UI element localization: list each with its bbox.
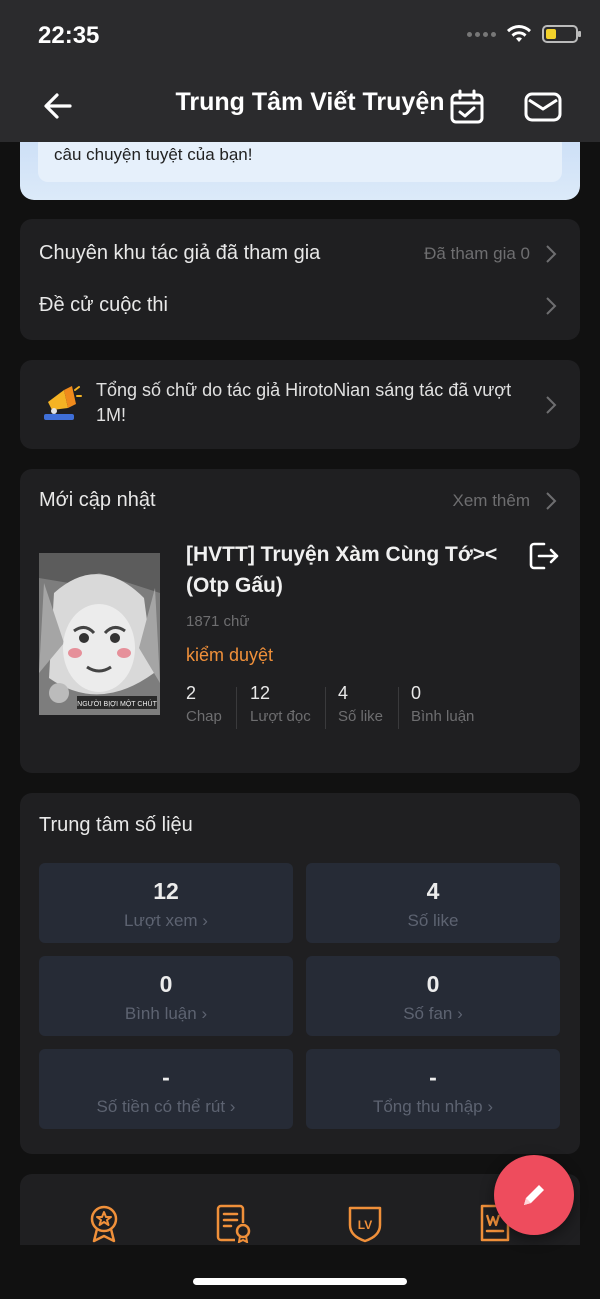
stat-value: 12 [250, 683, 271, 703]
author-menu-card: Chuyên khu tác giả đã tham gia Đã tham g… [20, 219, 580, 340]
chevron-right-icon [546, 297, 557, 315]
home-indicator[interactable] [193, 1278, 407, 1285]
write-fab-button[interactable] [494, 1155, 574, 1235]
tile-label: Bình luận › [124, 1004, 208, 1023]
page-title: Trung Tâm Viết Truyện [175, 88, 445, 116]
chevron-right-icon[interactable] [544, 491, 558, 511]
joined-count: Đã tham gia 0 [424, 244, 530, 263]
signal-icon [467, 31, 496, 37]
stat-likes: 4 Số like [338, 683, 383, 725]
pencil-icon [524, 1185, 544, 1205]
bottom-safe-area [0, 1245, 600, 1299]
stat-divider [236, 687, 237, 729]
level-badge-icon[interactable]: LV [346, 1203, 384, 1243]
calendar-check-icon[interactable] [448, 88, 486, 126]
tile-label: Số tiền có thể rút › [96, 1097, 236, 1116]
stat-label: Số like [338, 708, 384, 725]
status-indicators [467, 24, 581, 44]
tile-value: 4 [426, 878, 440, 904]
book-cover[interactable]: NGƯỜI BỊỢI MỘT CHÚT [39, 553, 160, 715]
mail-icon[interactable] [523, 88, 563, 126]
recent-title: Mới cập nhật [39, 489, 156, 511]
wifi-icon [507, 25, 531, 42]
tile-value: 12 [153, 878, 179, 904]
stat-value: 4 [338, 683, 349, 703]
milestone-notice[interactable]: Tổng số chữ do tác giả HirotoNian sáng t… [20, 360, 580, 449]
contest-nomination-row[interactable]: Đề cử cuộc thi [20, 279, 580, 339]
stat-divider [325, 687, 326, 729]
joined-zones-label: Chuyên khu tác giả đã tham gia [39, 242, 321, 264]
award-icon[interactable] [85, 1203, 123, 1243]
review-status: kiểm duyệt [186, 645, 274, 665]
recent-update-card: Mới cập nhật Xem thêm NGƯỜI BỊỢI MỘT CHÚ… [20, 469, 580, 773]
fans-tile[interactable]: 0 Số fan › [306, 956, 560, 1036]
word-count: 1871 chữ [186, 613, 250, 630]
app-header: 22:35 Trung Tâm Viết Truyện [0, 0, 600, 142]
contest-nomination-label: Đề cử cuộc thi [39, 294, 168, 316]
chevron-right-icon [546, 245, 557, 263]
stat-value: 2 [186, 683, 197, 703]
stat-divider [398, 687, 399, 729]
certificate-icon[interactable] [215, 1203, 253, 1243]
metrics-title: Trung tâm số liệu [39, 814, 193, 836]
exit-icon[interactable] [528, 541, 560, 571]
metrics-card: Trung tâm số liệu 12 Lượt xem › 4 Số lik… [20, 793, 580, 1154]
megaphone-icon [44, 386, 82, 420]
joined-zones-row[interactable]: Chuyên khu tác giả đã tham gia Đã tham g… [20, 219, 580, 279]
level-text: LV [358, 1218, 372, 1232]
see-more-link[interactable]: Xem thêm [453, 491, 530, 511]
tile-label: Số like [407, 911, 459, 930]
stat-chapters: 2 Chap [186, 683, 222, 725]
chevron-right-icon [546, 396, 557, 414]
tile-label: Lượt xem › [124, 911, 208, 930]
battery-icon [542, 25, 581, 43]
stat-label: Lượt đọc [250, 708, 311, 725]
stat-label: Chap [186, 708, 222, 725]
stat-value: 0 [411, 683, 422, 703]
likes-tile[interactable]: 4 Số like [306, 863, 560, 943]
tile-value: - [429, 1064, 437, 1090]
tile-value: - [162, 1064, 170, 1090]
cover-artwork: NGƯỜI BỊỢI MỘT CHÚT [39, 553, 160, 715]
stat-label: Bình luận [411, 708, 475, 725]
milestone-text: Tổng số chữ do tác giả HirotoNian sáng t… [96, 380, 512, 425]
stat-reads: 12 Lượt đọc [250, 683, 311, 725]
views-tile[interactable]: 12 Lượt xem › [39, 863, 293, 943]
book-title[interactable]: [HVTT] Truyện Xàm Cùng Tớ>< (Otp Gấu) [186, 539, 506, 601]
tile-label: Tổng thu nhập › [372, 1097, 494, 1116]
cover-caption: NGƯỜI BỊỢI MỘT CHÚT [77, 699, 157, 708]
withdrawable-tile[interactable]: - Số tiền có thể rút › [39, 1049, 293, 1129]
status-time: 22:35 [38, 22, 100, 49]
tile-label: Số fan › [403, 1004, 463, 1023]
total-income-tile[interactable]: - Tổng thu nhập › [306, 1049, 560, 1129]
tile-value: 0 [426, 971, 440, 997]
stat-comments: 0 Bình luận [411, 683, 474, 725]
tile-value: 0 [159, 971, 173, 997]
comments-tile[interactable]: 0 Bình luận › [39, 956, 293, 1036]
banner-text: câu chuyện tuyệt của bạn! [54, 145, 253, 164]
